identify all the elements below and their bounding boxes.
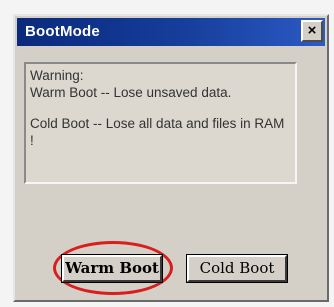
- warning-heading: Warning:: [30, 68, 84, 83]
- warning-message-box: Warning: Warm Boot -- Lose unsaved data.…: [24, 62, 297, 184]
- close-icon: ×: [307, 22, 317, 39]
- cold-boot-warning: Cold Boot -- Lose all data and files in …: [30, 116, 285, 148]
- cold-boot-button[interactable]: Cold Boot: [186, 254, 288, 283]
- close-button[interactable]: ×: [301, 20, 323, 42]
- dialog-title: BootMode: [25, 23, 100, 40]
- title-bar: BootMode ×: [17, 18, 325, 46]
- warm-boot-button[interactable]: Warm Boot: [61, 254, 163, 283]
- message-spacer: [30, 101, 291, 115]
- warm-boot-warning: Warm Boot -- Lose unsaved data.: [30, 85, 232, 100]
